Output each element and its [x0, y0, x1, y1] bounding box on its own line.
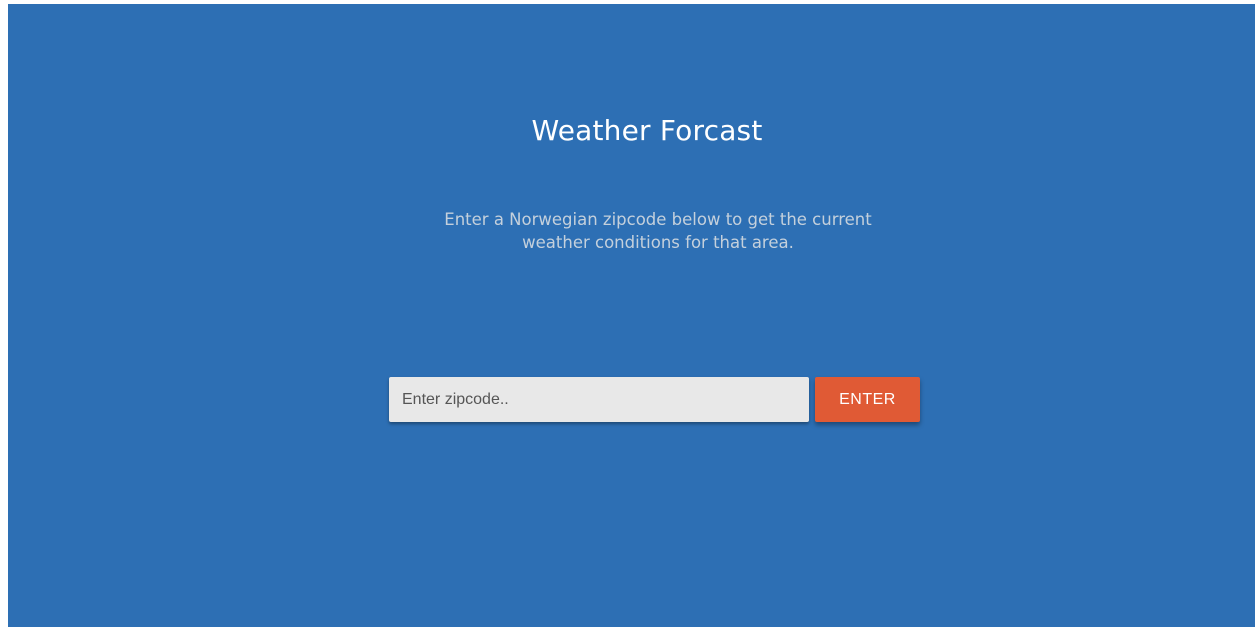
zipcode-form: ENTER [389, 377, 920, 422]
page-subtitle: Enter a Norwegian zipcode below to get t… [444, 210, 872, 252]
enter-button[interactable]: ENTER [815, 377, 920, 422]
page-title: Weather Forcast [531, 114, 763, 147]
weather-app: Weather Forcast Enter a Norwegian zipcod… [8, 4, 1255, 627]
zipcode-input[interactable] [389, 377, 809, 422]
